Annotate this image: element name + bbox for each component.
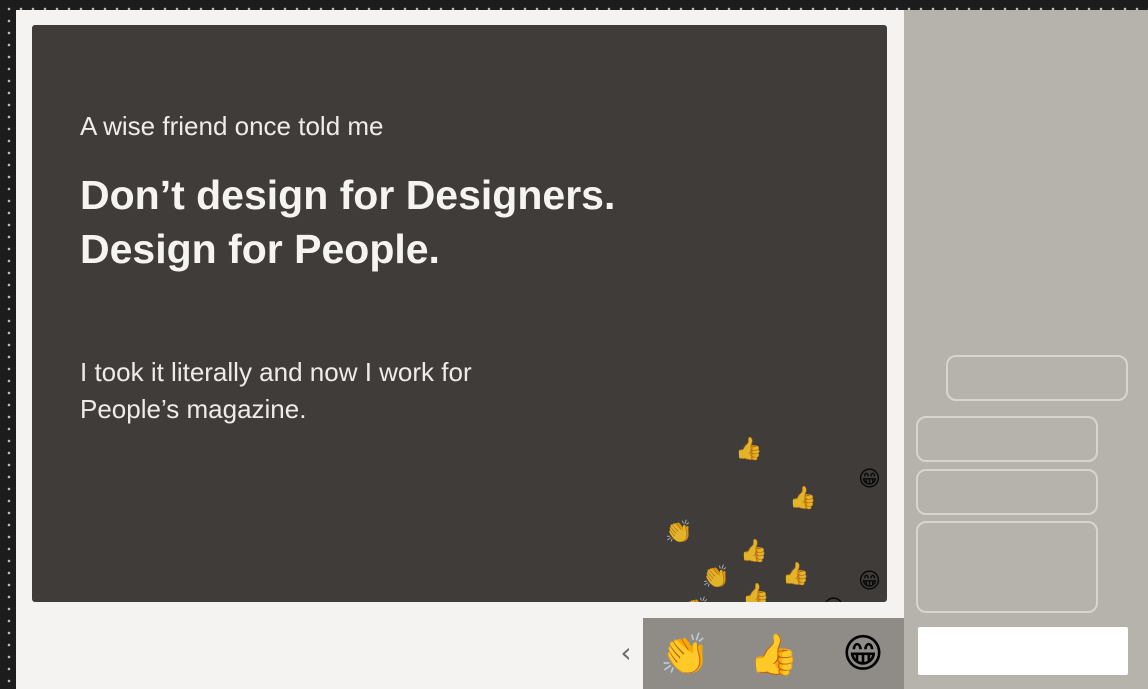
side-panel xyxy=(904,10,1148,689)
headline-line-1: Don’t design for Designers. xyxy=(80,172,616,218)
floating-clap-icon: 👏 xyxy=(665,520,693,545)
floating-grin-icon: 😁 xyxy=(858,467,881,492)
slide-body-text: I took it literally and now I work for P… xyxy=(80,354,472,428)
clap-reaction-button[interactable]: 👏 xyxy=(655,628,715,680)
floating-clap-icon: 👏 xyxy=(702,565,730,590)
floating-grin-icon: 😁 xyxy=(858,569,881,594)
floating-grin-icon: 😁 xyxy=(822,598,845,603)
thumbs-up-icon: 👍 xyxy=(749,631,799,678)
presentation-slide: A wise friend once told me Don’t design … xyxy=(32,25,887,602)
headline-line-2: Design for People. xyxy=(80,226,440,272)
screen: A wise friend once told me Don’t design … xyxy=(16,10,1148,689)
grin-icon: 😁 xyxy=(842,631,884,677)
chat-bubble-placeholder xyxy=(916,521,1098,613)
floating-thumbs-up-icon: 👍 xyxy=(742,583,770,603)
floating-thumbs-up-icon: 👍 xyxy=(782,562,810,587)
body-line-1: I took it literally and now I work for xyxy=(80,357,472,387)
slide-headline: Don’t design for Designers. Design for P… xyxy=(80,168,615,276)
floating-clap-icon: 👏 xyxy=(683,599,710,603)
chat-input[interactable] xyxy=(918,627,1128,675)
grin-reaction-button[interactable]: 😁 xyxy=(833,628,893,680)
floating-thumbs-up-icon: 👍 xyxy=(789,486,817,511)
chevron-left-icon[interactable]: ‹ xyxy=(616,638,636,668)
body-line-2: People’s magazine. xyxy=(80,394,307,424)
floating-thumbs-up-icon: 👍 xyxy=(735,437,763,462)
clap-icon: 👏 xyxy=(660,631,710,678)
reaction-bar: 👏 👍 😁 xyxy=(643,618,904,689)
chat-bubble-placeholder xyxy=(946,355,1128,401)
chat-bubble-placeholder xyxy=(916,469,1098,515)
floating-thumbs-up-icon: 👍 xyxy=(740,539,768,564)
thumbs-up-reaction-button[interactable]: 👍 xyxy=(744,628,804,680)
slide-intro-text: A wise friend once told me xyxy=(80,111,384,141)
chat-bubble-placeholder xyxy=(916,416,1098,462)
